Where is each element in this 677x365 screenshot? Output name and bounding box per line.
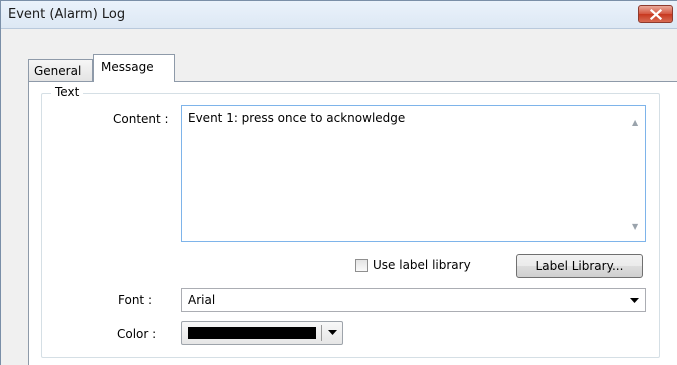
tab-general[interactable]: General xyxy=(28,59,93,82)
title-bar[interactable]: Event (Alarm) Log xyxy=(1,1,677,29)
scroll-up-icon[interactable]: ▲ xyxy=(632,118,638,127)
color-swatch xyxy=(188,327,316,339)
color-picker-separator xyxy=(321,325,322,341)
use-label-library-checkbox[interactable] xyxy=(355,259,368,272)
font-select[interactable]: Arial xyxy=(181,288,646,312)
content-text: Event 1: press once to acknowledge xyxy=(188,111,406,125)
use-label-library-label[interactable]: Use label library xyxy=(373,258,471,272)
scroll-down-icon[interactable]: ▼ xyxy=(632,222,638,231)
color-picker[interactable] xyxy=(181,321,343,345)
content-scrollbar[interactable]: ▲ ▼ xyxy=(628,106,645,241)
chevron-down-icon xyxy=(328,330,337,335)
text-group-title: Text xyxy=(51,85,84,99)
tab-general-label: General xyxy=(34,64,82,78)
close-button[interactable] xyxy=(638,5,673,23)
label-library-button[interactable]: Label Library... xyxy=(516,254,643,278)
window-title: Event (Alarm) Log xyxy=(8,7,126,22)
content-label: Content : xyxy=(113,112,169,126)
tab-message-label: Message xyxy=(101,60,154,74)
font-label: Font : xyxy=(118,293,152,307)
dialog-window: Event (Alarm) Log General Message Text C… xyxy=(0,0,677,365)
font-value: Arial xyxy=(188,293,216,307)
chevron-down-icon xyxy=(630,298,639,303)
tab-message[interactable]: Message xyxy=(93,54,175,82)
close-icon xyxy=(650,9,662,20)
color-label: Color : xyxy=(117,327,157,341)
content-textarea[interactable]: Event 1: press once to acknowledge ▲ ▼ xyxy=(181,105,646,242)
